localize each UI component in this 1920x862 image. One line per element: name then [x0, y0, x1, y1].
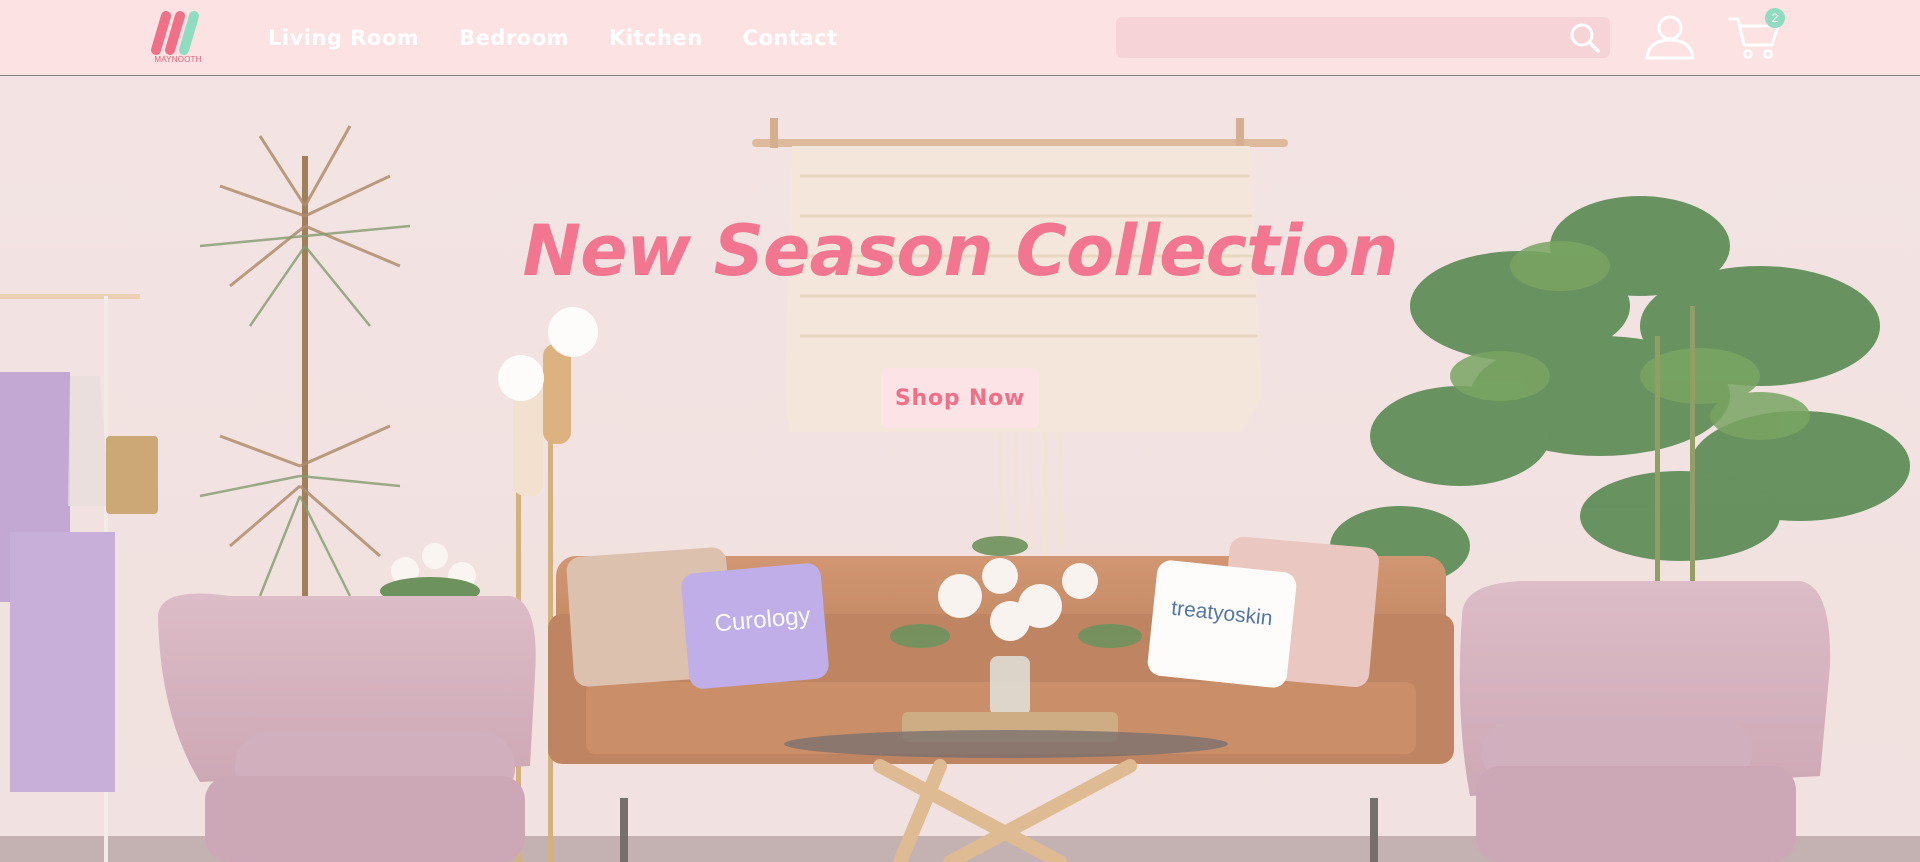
site-header: MAYNOOTH Living Room Bedroom Kitchen Con… — [0, 0, 1920, 76]
user-icon[interactable] — [1644, 14, 1696, 60]
hero-title: New Season Collection — [522, 210, 1399, 292]
hero-image: Curology treatyoskin — [0, 76, 1920, 862]
main-nav: Living Room Bedroom Kitchen Contact — [268, 0, 878, 76]
logo-text: MAYNOOTH — [154, 55, 202, 64]
nav-item-kitchen[interactable]: Kitchen — [609, 26, 703, 50]
brand-logo[interactable]: MAYNOOTH — [148, 8, 218, 66]
search-input[interactable] — [1116, 17, 1556, 58]
search-bar — [1116, 17, 1610, 58]
search-icon[interactable] — [1568, 21, 1602, 55]
hero-banner: Curology treatyoskin New Season Collecti… — [0, 76, 1920, 862]
cart-count-badge: 2 — [1765, 8, 1785, 28]
nav-item-bedroom[interactable]: Bedroom — [459, 26, 569, 50]
nav-item-contact[interactable]: Contact — [743, 26, 838, 50]
shop-now-button[interactable]: Shop Now — [881, 368, 1039, 428]
logo-mark — [151, 11, 199, 55]
nav-item-living-room[interactable]: Living Room — [268, 26, 419, 50]
